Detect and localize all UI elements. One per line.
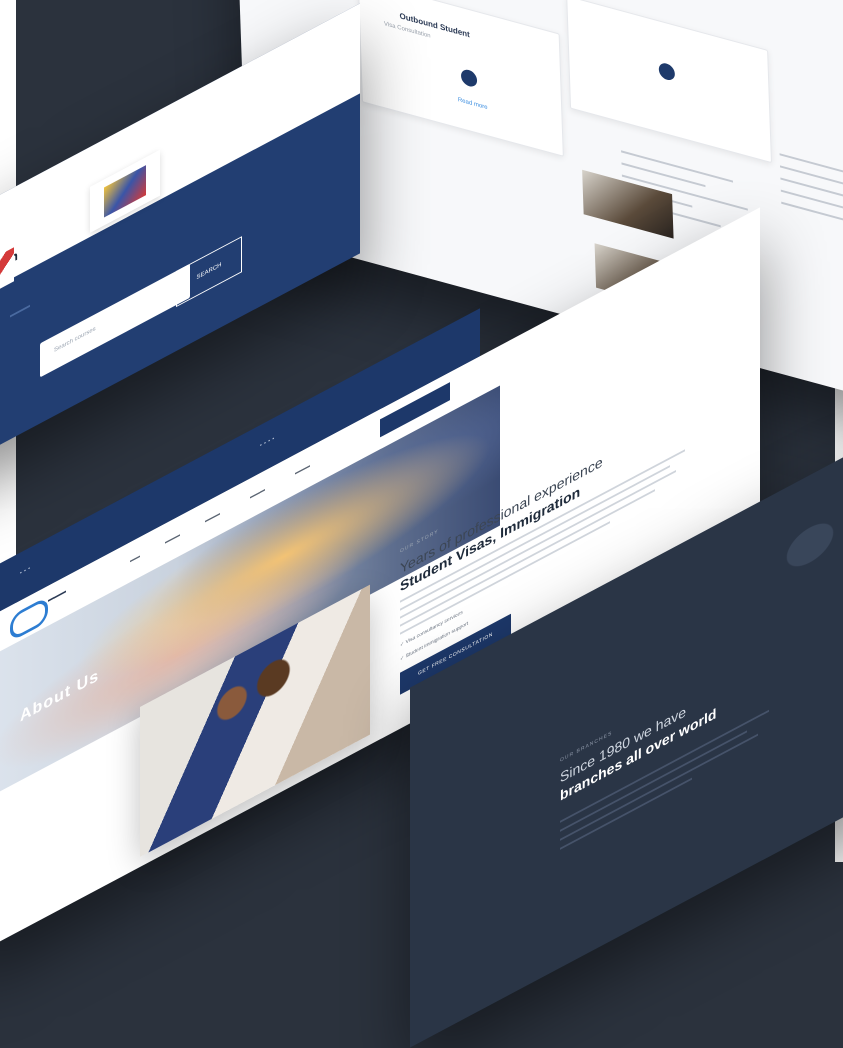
menu-item[interactable]: ▬▬▬ [205,510,220,524]
search-input[interactable]: Search courses [40,263,190,378]
divider [10,304,30,318]
menu-item[interactable]: ▬▬▬ [250,487,265,501]
social-icons[interactable]: • • • • [260,435,275,449]
text-list [779,153,843,251]
service-card-title: Outbound Student [399,11,470,40]
service-card[interactable] [566,0,772,164]
menu-item[interactable]: ▬▬▬ [165,532,180,546]
menu-item[interactable]: ▬▬▬ [295,463,310,477]
world-map-graphic [770,493,843,597]
service-card-link[interactable]: Read more [458,97,488,111]
search-placeholder: Search courses [54,325,96,355]
people-icon [658,61,676,82]
logo-text: ▬▬▬ [48,588,66,604]
contact-info: • • • [20,565,31,577]
search-button[interactable]: SEARCH [176,236,242,308]
promo-image [0,247,14,301]
service-card[interactable]: Outbound Student Visa Consultation Read … [357,0,564,157]
student-icon [460,67,478,89]
menu-item[interactable]: ▬▬ [130,553,140,564]
